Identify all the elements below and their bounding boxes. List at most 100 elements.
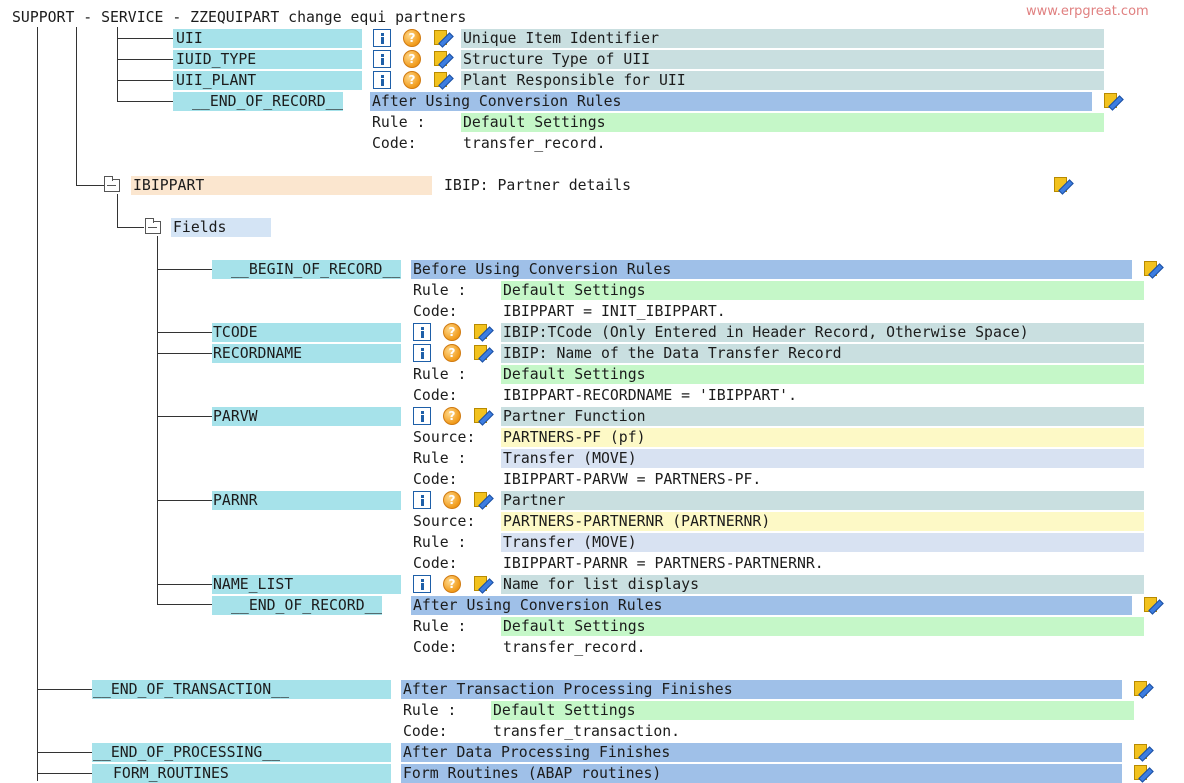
rule-value[interactable]: Default Settings <box>461 113 1104 132</box>
info-icon[interactable] <box>413 575 431 593</box>
edit-rule-icon[interactable] <box>1102 92 1124 111</box>
tree-line <box>76 27 77 185</box>
page-title: SUPPORT - SERVICE - ZZEQUIPART change eq… <box>12 9 467 26</box>
watermark: www.erpgreat.com <box>1026 4 1149 19</box>
tree-line <box>117 38 173 39</box>
edit-rule-icon[interactable] <box>432 50 454 69</box>
field-description: IBIP:TCode (Only Entered in Header Recor… <box>501 323 1144 342</box>
code-value[interactable]: IBIPPART = INIT_IBIPPART. <box>501 302 1144 321</box>
rule-label: Rule : <box>413 282 467 299</box>
help-icon[interactable]: ? <box>443 491 461 509</box>
source-value[interactable]: PARTNERS-PF (pf) <box>501 428 1144 447</box>
help-icon[interactable]: ? <box>403 50 421 68</box>
field-description: Name for list displays <box>501 575 1144 594</box>
folder-icon[interactable] <box>145 218 161 234</box>
end-of-processing-node[interactable]: __END_OF_PROCESSING__ <box>92 743 391 762</box>
rule-value[interactable]: Default Settings <box>501 365 1144 384</box>
tree-line <box>37 689 92 690</box>
edit-rule-icon[interactable] <box>432 71 454 90</box>
rule-label: Rule : <box>372 114 426 131</box>
tree-line <box>37 27 38 781</box>
info-icon[interactable] <box>373 50 391 68</box>
field-uii[interactable]: UII <box>173 29 362 48</box>
rule-label: Rule : <box>413 618 467 635</box>
edit-rule-icon[interactable] <box>1142 596 1164 615</box>
tree-line <box>157 500 212 501</box>
conversion-rules-tree: SUPPORT - SERVICE - ZZEQUIPART change eq… <box>0 0 1184 783</box>
help-icon[interactable]: ? <box>443 575 461 593</box>
fields-node[interactable]: Fields <box>171 218 271 237</box>
edit-rule-icon[interactable] <box>472 323 494 342</box>
event-description: After Data Processing Finishes <box>401 743 1122 762</box>
code-value[interactable]: transfer_record. <box>501 638 1144 657</box>
rule-value[interactable]: Default Settings <box>491 701 1134 720</box>
edit-rule-icon[interactable] <box>472 344 494 363</box>
end-of-transaction-node[interactable]: __END_OF_TRANSACTION__ <box>92 680 391 699</box>
code-value[interactable]: transfer_record. <box>461 134 1104 153</box>
end-of-record-node[interactable]: __END_OF_RECORD__ <box>212 596 382 615</box>
help-icon[interactable]: ? <box>443 344 461 362</box>
field-tcode[interactable]: TCODE <box>212 323 401 342</box>
code-label: Code: <box>403 723 448 740</box>
rule-value[interactable]: Default Settings <box>501 281 1144 300</box>
field-parvw[interactable]: PARVW <box>212 407 401 426</box>
edit-rule-icon[interactable] <box>1052 176 1074 195</box>
info-icon[interactable] <box>373 29 391 47</box>
tree-line <box>157 584 212 585</box>
edit-rule-icon[interactable] <box>472 407 494 426</box>
source-label: Source: <box>413 513 476 530</box>
tree-line <box>157 332 212 333</box>
code-value[interactable]: transfer_transaction. <box>491 722 1134 741</box>
field-parnr[interactable]: PARNR <box>212 491 401 510</box>
edit-rule-icon[interactable] <box>1132 680 1154 699</box>
code-value[interactable]: IBIPPART-PARNR = PARTNERS-PARTNERNR. <box>501 554 1144 573</box>
rule-value[interactable]: Transfer (MOVE) <box>501 449 1144 468</box>
code-value[interactable]: IBIPPART-PARVW = PARTNERS-PF. <box>501 470 1144 489</box>
rule-label: Rule : <box>413 450 467 467</box>
folder-icon[interactable] <box>104 176 120 192</box>
form-routines-node[interactable]: FORM_ROUTINES <box>92 764 391 783</box>
edit-rule-icon[interactable] <box>472 575 494 594</box>
field-description: Partner <box>501 491 1144 510</box>
event-description: After Transaction Processing Finishes <box>401 680 1122 699</box>
tree-line <box>157 604 212 605</box>
source-label: Source: <box>413 429 476 446</box>
event-description: Form Routines (ABAP routines) <box>401 764 1122 783</box>
rule-value[interactable]: Default Settings <box>501 617 1144 636</box>
tree-line <box>157 236 158 604</box>
structure-node-ibippart[interactable]: IBIPPART <box>131 176 432 195</box>
begin-of-record-node[interactable]: __BEGIN_OF_RECORD__ <box>212 260 401 279</box>
code-label: Code: <box>413 303 458 320</box>
help-icon[interactable]: ? <box>443 323 461 341</box>
field-name-list[interactable]: NAME_LIST <box>212 575 401 594</box>
info-icon[interactable] <box>413 491 431 509</box>
field-recordname[interactable]: RECORDNAME <box>212 344 401 363</box>
field-description: Structure Type of UII <box>461 50 1104 69</box>
field-description: IBIP: Name of the Data Transfer Record <box>501 344 1144 363</box>
rule-value[interactable]: Transfer (MOVE) <box>501 533 1144 552</box>
end-of-record-node[interactable]: __END_OF_RECORD__ <box>173 92 343 111</box>
code-value[interactable]: IBIPPART-RECORDNAME = 'IBIPPART'. <box>501 386 1144 405</box>
info-icon[interactable] <box>413 407 431 425</box>
info-icon[interactable] <box>373 71 391 89</box>
event-description: After Using Conversion Rules <box>411 596 1132 615</box>
edit-rule-icon[interactable] <box>1132 743 1154 762</box>
edit-rule-icon[interactable] <box>1142 260 1164 279</box>
help-icon[interactable]: ? <box>403 29 421 47</box>
field-description: Plant Responsible for UII <box>461 71 1104 90</box>
info-icon[interactable] <box>413 344 431 362</box>
info-icon[interactable] <box>413 323 431 341</box>
field-iuid-type[interactable]: IUID_TYPE <box>173 50 362 69</box>
tree-line <box>157 416 212 417</box>
help-icon[interactable]: ? <box>403 71 421 89</box>
field-uii-plant[interactable]: UII_PLANT <box>173 71 362 90</box>
edit-rule-icon[interactable] <box>472 491 494 510</box>
rule-label: Rule : <box>413 534 467 551</box>
source-value[interactable]: PARTNERS-PARTNERNR (PARTNERNR) <box>501 512 1144 531</box>
event-description: Before Using Conversion Rules <box>411 260 1132 279</box>
edit-rule-icon[interactable] <box>432 29 454 48</box>
edit-rule-icon[interactable] <box>1132 764 1154 783</box>
help-icon[interactable]: ? <box>443 407 461 425</box>
rule-label: Rule : <box>413 366 467 383</box>
code-label: Code: <box>413 639 458 656</box>
